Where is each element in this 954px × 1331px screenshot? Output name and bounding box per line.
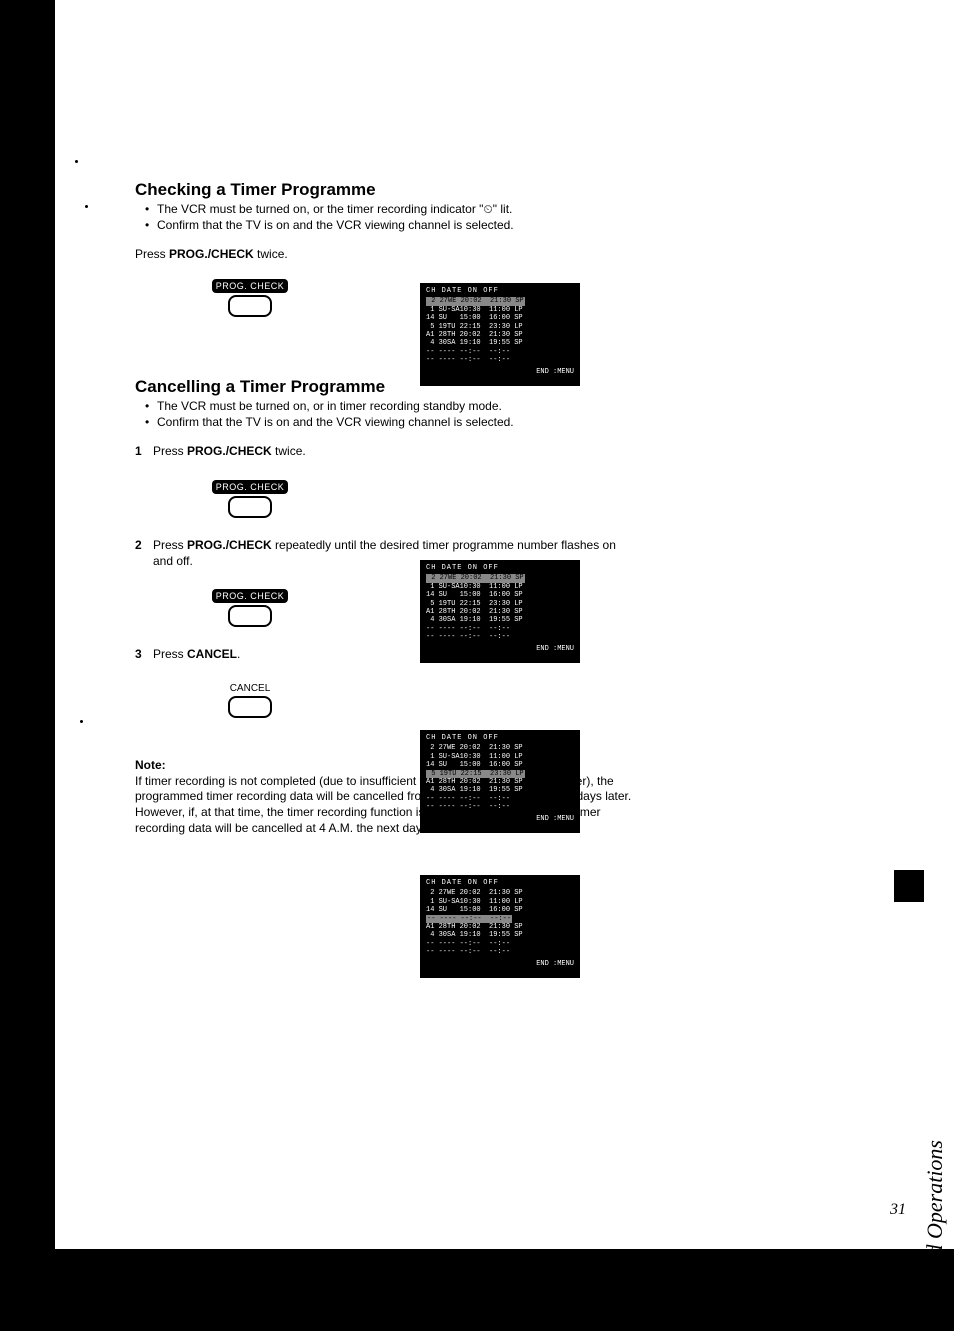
- screen-row: 4 30SA 19:10 19:55 SP: [426, 931, 574, 939]
- bullets-checking: The VCR must be turned on, or the timer …: [135, 202, 635, 233]
- screen-check: CH DATE ON OFF 2 27WE 20:02 21:30 SP 1 S…: [420, 283, 580, 386]
- screen-footer: END :MENU: [426, 960, 574, 968]
- scan-artifact: [80, 720, 83, 723]
- button-icon: [228, 605, 272, 627]
- screen-cancel-2: CH DATE ON OFF 2 27WE 20:02 21:30 SP 1 S…: [420, 730, 580, 833]
- screen-header: CH DATE ON OFF: [426, 879, 574, 887]
- step-number: 1: [135, 444, 153, 458]
- button-label: CANCEL: [230, 683, 271, 694]
- scan-artifact: [75, 160, 78, 163]
- screen-footer: END :MENU: [426, 815, 574, 823]
- screen-header: CH DATE ON OFF: [426, 287, 574, 295]
- screen-row: 14 SU 15:00 16:00 SP: [426, 906, 574, 914]
- screen-header: CH DATE ON OFF: [426, 564, 574, 572]
- step-number: 2: [135, 538, 153, 552]
- screen-row: 1 SU-SA10:30 11:00 LP: [426, 583, 574, 591]
- screen-row: -- ---- --:-- --:--: [426, 803, 574, 811]
- step-text: Press PROG./CHECK twice.: [153, 444, 635, 460]
- screen-row: 4 30SA 19:10 19:55 SP: [426, 616, 574, 624]
- screen-row: -- ---- --:-- --:--: [426, 356, 574, 364]
- side-section-label: Advanced Operations: [922, 1140, 948, 1331]
- instruction-checking: Press PROG./CHECK twice.: [135, 247, 635, 261]
- screen-row: 1 SU-SA10:30 11:00 LP: [426, 753, 574, 761]
- screen-row-highlight: 5 19TU 22:15 23:30 LP: [426, 770, 525, 778]
- screen-row: -- ---- --:-- --:--: [426, 348, 574, 356]
- button-icon: [228, 496, 272, 518]
- screen-row: 1 SU-SA10:30 11:00 LP: [426, 306, 574, 314]
- step-1: 1 Press PROG./CHECK twice.: [135, 444, 635, 460]
- bullet-item: Confirm that the TV is on and the VCR vi…: [145, 415, 635, 431]
- screen-row: 4 30SA 19:10 19:55 SP: [426, 339, 574, 347]
- screen-row: 14 SU 15:00 16:00 SP: [426, 761, 574, 769]
- screen-row: 2 27WE 20:02 21:30 SP: [426, 889, 574, 897]
- button-icon: [228, 696, 272, 718]
- side-tab-marker: [894, 870, 924, 902]
- screen-row: 14 SU 15:00 16:00 SP: [426, 314, 574, 322]
- button-label: PROG. CHECK: [212, 480, 289, 494]
- screen-row: 5 19TU 22:15 23:30 LP: [426, 600, 574, 608]
- page-number: 31: [890, 1201, 906, 1219]
- screen-row: A1 28TH 20:02 21:30 SP: [426, 331, 574, 339]
- screen-row: -- ---- --:-- --:--: [426, 940, 574, 948]
- screen-row-highlight: -- ---- --:-- --:--: [426, 915, 512, 923]
- scan-artifact: [85, 205, 88, 208]
- bullets-cancelling: The VCR must be turned on, or in timer r…: [135, 399, 635, 430]
- screen-footer: END :MENU: [426, 368, 574, 376]
- screen-row-highlight: 2 27WE 20:02 21:30 SP: [426, 297, 525, 305]
- screen-row: -- ---- --:-- --:--: [426, 633, 574, 641]
- screen-row: -- ---- --:-- --:--: [426, 625, 574, 633]
- prog-check-button-diagram: PROG. CHECK: [210, 279, 290, 317]
- screen-row: A1 28TH 20:02 21:30 SP: [426, 778, 574, 786]
- bullet-item: The VCR must be turned on, or the timer …: [145, 202, 635, 218]
- button-label: PROG. CHECK: [212, 589, 289, 603]
- prog-check-button-diagram: PROG. CHECK: [210, 589, 290, 627]
- screen-cancel-1: CH DATE ON OFF 2 27WE 20:02 21:30 SP 1 S…: [420, 560, 580, 663]
- screen-row: 5 19TU 22:15 23:30 LP: [426, 323, 574, 331]
- screen-row: -- ---- --:-- --:--: [426, 795, 574, 803]
- heading-checking: Checking a Timer Programme: [135, 180, 635, 200]
- screen-row-highlight: 2 27WE 20:02 21:30 SP: [426, 574, 525, 582]
- bullet-item: The VCR must be turned on, or in timer r…: [145, 399, 635, 415]
- screen-row: 14 SU 15:00 16:00 SP: [426, 591, 574, 599]
- bullet-item: Confirm that the TV is on and the VCR vi…: [145, 218, 635, 234]
- button-label: PROG. CHECK: [212, 279, 289, 293]
- screen-row: 4 30SA 19:10 19:55 SP: [426, 786, 574, 794]
- section-cancelling: Cancelling a Timer Programme The VCR mus…: [135, 377, 635, 738]
- screen-row: 2 27WE 20:02 21:30 SP: [426, 744, 574, 752]
- screen-row: -- ---- --:-- --:--: [426, 948, 574, 956]
- screen-row: 1 SU-SA10:30 11:00 LP: [426, 898, 574, 906]
- screen-header: CH DATE ON OFF: [426, 734, 574, 742]
- screen-cancel-3: CH DATE ON OFF 2 27WE 20:02 21:30 SP 1 S…: [420, 875, 580, 978]
- cancel-button-diagram: CANCEL: [210, 683, 290, 718]
- button-icon: [228, 295, 272, 317]
- step-number: 3: [135, 647, 153, 661]
- screen-row: A1 28TH 20:02 21:30 SP: [426, 608, 574, 616]
- prog-check-button-diagram: PROG. CHECK: [210, 480, 290, 518]
- screen-footer: END :MENU: [426, 645, 574, 653]
- page: Checking a Timer Programme The VCR must …: [55, 0, 954, 1249]
- screen-row: A1 28TH 20:02 21:30 SP: [426, 923, 574, 931]
